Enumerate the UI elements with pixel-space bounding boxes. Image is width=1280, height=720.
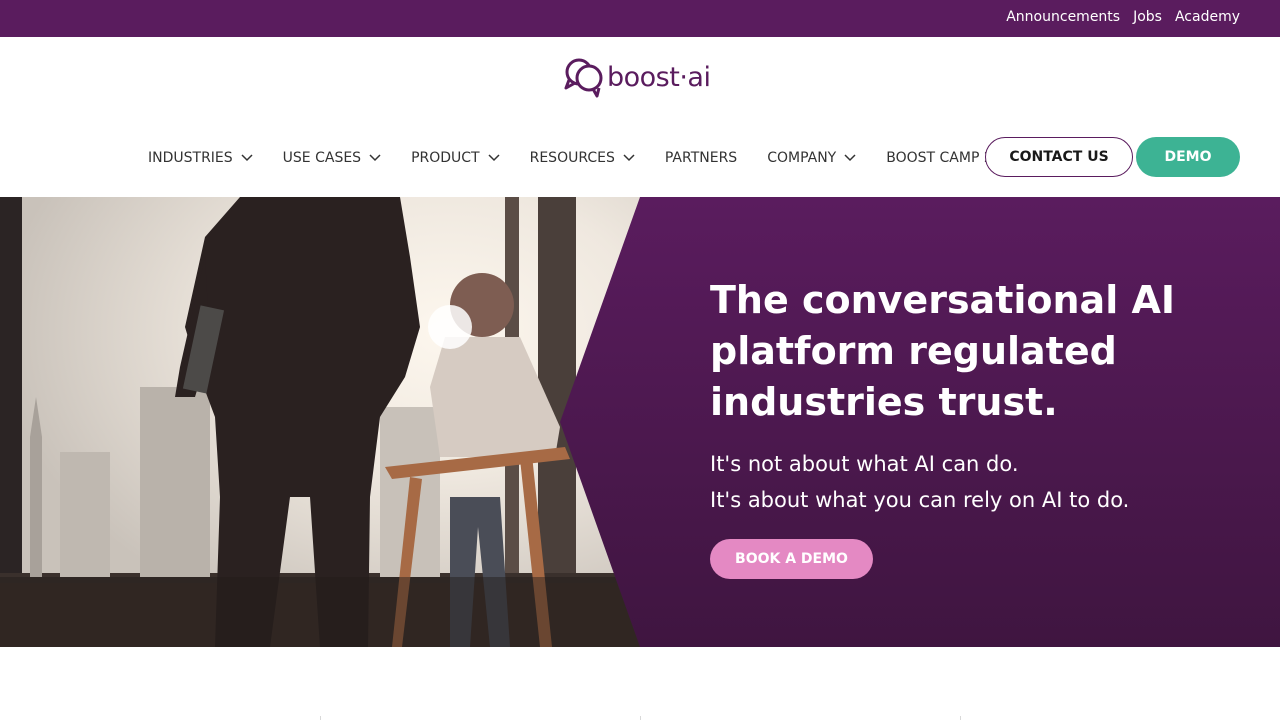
chevron-down-icon (488, 154, 500, 162)
top-utility-bar: Announcements Jobs Academy (0, 0, 1280, 37)
chat-bubbles-logo-icon (564, 58, 603, 98)
nav-use-cases-label: USE CASES (282, 150, 362, 166)
nav-use-cases[interactable]: USE CASES (283, 150, 381, 166)
chevron-down-icon (369, 154, 381, 162)
nav-product[interactable]: PRODUCT (411, 150, 500, 166)
nav-company[interactable]: COMPANY (767, 150, 856, 166)
boost-ai-logo[interactable]: boost·ai (563, 55, 719, 99)
nav-resources[interactable]: RESOURCES (530, 150, 635, 166)
main-nav: INDUSTRIES USE CASES PRODUCT RESOURCES P… (148, 148, 1019, 168)
logo-wordmark: boost·ai (607, 61, 711, 93)
announcements-link[interactable]: Announcements (1006, 9, 1120, 25)
contact-us-button[interactable]: CONTACT US (985, 137, 1133, 177)
section-divider (320, 716, 321, 720)
chevron-down-icon (241, 154, 253, 162)
demo-button[interactable]: DEMO (1136, 137, 1240, 177)
nav-company-label: COMPANY (767, 150, 837, 166)
jobs-link[interactable]: Jobs (1133, 9, 1162, 25)
nav-industries-label: INDUSTRIES (148, 150, 233, 166)
nav-industries[interactable]: INDUSTRIES (148, 150, 253, 166)
chevron-down-icon (623, 154, 635, 162)
nav-partners-label: PARTNERS (664, 150, 738, 166)
hero-subtext-line-1: It's not about what AI can do. (710, 452, 1019, 476)
chevron-down-icon (844, 154, 856, 162)
hero-subtext-line-2: It's about what you can rely on AI to do… (710, 488, 1130, 512)
book-a-demo-button[interactable]: BOOK A DEMO (710, 539, 873, 579)
nav-resources-label: RESOURCES (529, 150, 615, 166)
section-divider (960, 716, 961, 720)
nav-partners[interactable]: PARTNERS (665, 150, 737, 166)
nav-product-label: PRODUCT (411, 150, 480, 166)
academy-link[interactable]: Academy (1175, 9, 1240, 25)
utility-links: Announcements Jobs Academy (1006, 9, 1240, 25)
hero-headline: The conversational AI platform regulated… (710, 278, 1175, 424)
section-divider (640, 716, 641, 720)
